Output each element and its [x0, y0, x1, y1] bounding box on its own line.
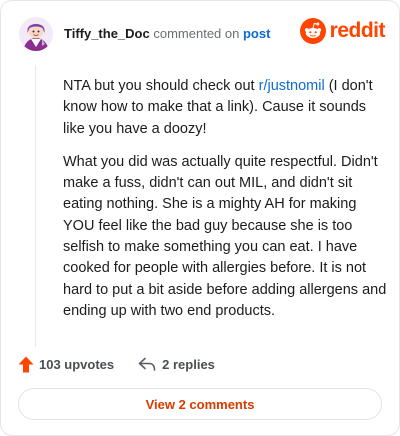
reddit-brand[interactable]: reddit	[299, 17, 386, 45]
view-comments-button[interactable]: View 2 comments	[18, 388, 382, 420]
subreddit-link[interactable]: r/justnomil	[259, 78, 325, 94]
thread-line	[35, 65, 36, 347]
comment-paragraph: NTA but you should check out r/justnomil…	[63, 76, 389, 140]
comment-paragraph: What you did was actually quite respectf…	[63, 153, 387, 319]
paragraph-text: NTA but you should check out	[63, 78, 259, 94]
avatar-illustration-icon	[19, 17, 53, 51]
post-link[interactable]: post	[243, 26, 270, 41]
comment-meta: Tiffy_the_Doc commented on post	[64, 26, 270, 41]
upvote-count: 103 upvotes	[39, 356, 115, 372]
comment-body: NTA but you should check out r/justnomil…	[63, 76, 389, 334]
upvote-button[interactable]: 103 upvotes	[18, 356, 114, 373]
username-link[interactable]: Tiffy_the_Doc	[64, 26, 150, 41]
upvote-arrow-icon	[18, 356, 34, 372]
reply-count: 2 replies	[162, 356, 215, 372]
embedded-comment-card: Tiffy_the_Doc commented on post reddit N…	[0, 0, 400, 436]
reddit-wordmark: reddit	[329, 19, 386, 42]
user-avatar[interactable]	[19, 17, 53, 51]
reply-button[interactable]: 2 replies	[138, 357, 215, 372]
comment-actions: 103 upvotes 2 replies	[18, 353, 215, 375]
commented-on-text: commented on	[153, 26, 240, 41]
reddit-snoo-icon	[299, 18, 326, 44]
reply-arrow-icon	[138, 357, 156, 371]
comment-header: Tiffy_the_Doc commented on post reddit	[19, 17, 386, 51]
